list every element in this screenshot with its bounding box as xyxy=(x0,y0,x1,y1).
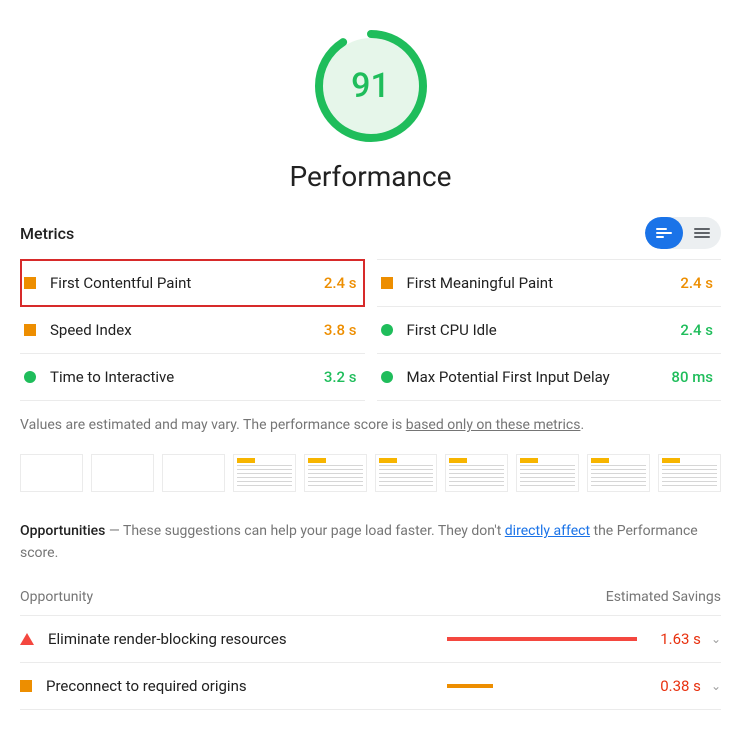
metric-row[interactable]: First Contentful Paint2.4 s xyxy=(20,259,365,307)
savings-bar xyxy=(447,684,637,688)
opportunity-name: Preconnect to required origins xyxy=(46,677,447,695)
savings-value: 0.38 s xyxy=(651,677,701,695)
opportunity-name: Eliminate render-blocking resources xyxy=(48,630,447,648)
metric-row[interactable]: Speed Index3.8 s xyxy=(20,307,365,354)
opportunities-list: Eliminate render-blocking resources 1.63 … xyxy=(20,616,721,710)
metric-name: Speed Index xyxy=(50,321,324,339)
opportunities-intro-link[interactable]: directly affect xyxy=(505,523,590,539)
metrics-note-link[interactable]: based only on these metrics xyxy=(406,417,581,433)
metric-name: First CPU Idle xyxy=(407,321,681,339)
view-toggle-expanded[interactable] xyxy=(683,217,721,249)
score-gauge: 91 xyxy=(315,30,427,142)
score-title: Performance xyxy=(20,160,721,193)
status-square-orange-icon xyxy=(381,277,393,289)
filmstrip-thumb[interactable] xyxy=(304,454,367,492)
filmstrip-thumb[interactable] xyxy=(587,454,650,492)
metric-name: First Contentful Paint xyxy=(50,274,324,292)
col-opportunity: Opportunity xyxy=(20,589,93,605)
triangle-red-icon xyxy=(20,633,34,645)
filmstrip-thumb[interactable] xyxy=(233,454,296,492)
view-toggle xyxy=(645,217,721,249)
metrics-grid: First Contentful Paint2.4 sFirst Meaning… xyxy=(20,259,721,401)
opportunity-row[interactable]: Preconnect to required origins 0.38 s ⌄ xyxy=(20,663,721,710)
metric-name: Time to Interactive xyxy=(50,368,324,386)
metric-name: First Meaningful Paint xyxy=(407,274,681,292)
opportunity-row[interactable]: Eliminate render-blocking resources 1.63 … xyxy=(20,616,721,663)
filmstrip-thumb[interactable] xyxy=(658,454,721,492)
metric-row[interactable]: Time to Interactive3.2 s xyxy=(20,354,365,401)
status-square-orange-icon xyxy=(24,277,36,289)
metric-value: 3.8 s xyxy=(324,321,357,339)
status-square-orange-icon xyxy=(20,680,32,692)
filmstrip xyxy=(20,454,721,492)
opportunities-header: Opportunity Estimated Savings xyxy=(20,579,721,616)
chevron-down-icon: ⌄ xyxy=(711,679,721,693)
filmstrip-thumb[interactable] xyxy=(20,454,83,492)
opportunities-intro: Opportunities — These suggestions can he… xyxy=(20,520,721,565)
filmstrip-thumb[interactable] xyxy=(375,454,438,492)
chevron-down-icon: ⌄ xyxy=(711,632,721,646)
metric-value: 2.4 s xyxy=(680,274,713,292)
col-savings: Estimated Savings xyxy=(606,589,721,605)
metric-value: 2.4 s xyxy=(324,274,357,292)
performance-score: 91 Performance xyxy=(20,30,721,193)
view-toggle-compact[interactable] xyxy=(645,217,683,249)
score-value: 91 xyxy=(351,66,390,106)
metric-name: Max Potential First Input Delay xyxy=(407,368,672,386)
metric-row[interactable]: First Meaningful Paint2.4 s xyxy=(377,259,722,307)
filmstrip-thumb[interactable] xyxy=(445,454,508,492)
metrics-heading: Metrics xyxy=(20,224,74,243)
savings-value: 1.63 s xyxy=(651,630,701,648)
metric-row[interactable]: Max Potential First Input Delay80 ms xyxy=(377,354,722,401)
filmstrip-thumb[interactable] xyxy=(516,454,579,492)
filmstrip-thumb[interactable] xyxy=(91,454,154,492)
metric-value: 3.2 s xyxy=(324,368,357,386)
status-circle-green-icon xyxy=(24,371,36,383)
metric-value: 2.4 s xyxy=(680,321,713,339)
metric-row[interactable]: First CPU Idle2.4 s xyxy=(377,307,722,354)
status-square-orange-icon xyxy=(24,324,36,336)
metrics-note: Values are estimated and may vary. The p… xyxy=(20,415,721,436)
status-circle-green-icon xyxy=(381,371,393,383)
filmstrip-thumb[interactable] xyxy=(162,454,225,492)
savings-bar xyxy=(447,637,637,641)
status-circle-green-icon xyxy=(381,324,393,336)
metric-value: 80 ms xyxy=(671,368,713,386)
